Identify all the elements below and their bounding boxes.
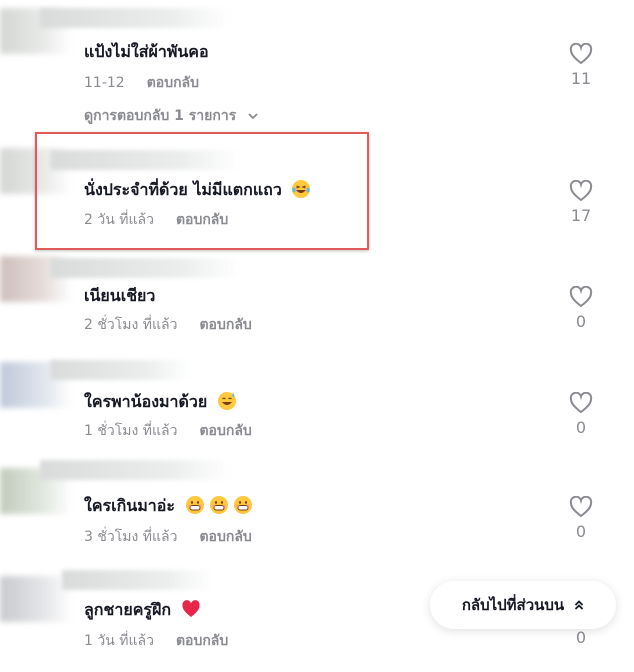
like-button[interactable]: 0 [562,496,600,541]
comment-item: แป้งไม่ใส่ผ้าพันคอ 11-12 ตอบกลับ 11 ดูการ… [0,0,634,124]
like-button[interactable]: 0 [562,392,600,437]
reply-button[interactable]: ตอบกลับ [147,75,199,91]
reply-button[interactable]: ตอบกลับ [199,317,251,333]
username-redacted[interactable] [62,570,212,590]
chevron-down-icon [248,113,258,120]
heart-outline-icon [569,286,593,308]
comment-time: 2 ชั่วโมง ที่แล้ว [84,317,178,333]
back-to-top-label: กลับไปที่ส่วนบน [461,596,565,614]
like-button[interactable]: 17 [562,180,600,225]
like-button[interactable]: 0 [562,286,600,331]
username-redacted[interactable] [50,360,190,380]
comment-meta: 1 วัน ที่แล้ว ตอบกลับ [84,630,228,652]
sweat-smile-emoji [217,392,236,410]
comment-time: 11-12 [84,75,125,91]
comment-time: 1 วัน ที่แล้ว [84,633,154,649]
comment-meta: 2 ชั่วโมง ที่แล้ว ตอบกลับ [84,314,252,336]
highlight-box [35,132,369,250]
grin-emoji [209,496,228,514]
like-count: 17 [570,206,592,225]
like-count: 11 [570,69,592,88]
comment-text: เนียนเชียว [84,286,156,305]
comment-time: 1 ชั่วโมง ที่แล้ว [84,423,178,439]
comment-meta: 3 ชั่วโมง ที่แล้ว ตอบกลับ [84,526,252,548]
grin-emoji [185,496,204,514]
reply-button[interactable]: ตอบกลับ [199,529,251,545]
comment-meta: 11-12 ตอบกลับ [84,72,199,94]
comment-time: 3 ชั่วโมง ที่แล้ว [84,529,178,545]
username-redacted[interactable] [50,258,240,278]
comment-meta: 1 ชั่วโมง ที่แล้ว ตอบกลับ [84,420,252,442]
reply-button[interactable]: ตอบกลับ [199,423,251,439]
grin-emoji [233,496,252,514]
heart-outline-icon [569,180,593,202]
comment-text: ใครพาน้องมาด้วย [84,390,237,415]
like-count: 0 [575,312,587,331]
heart-outline-icon [569,392,593,414]
reply-button[interactable]: ตอบกลับ [176,633,228,649]
chevron-double-up-icon [575,600,584,610]
like-count: 0 [575,418,587,437]
like-count: 0 [575,628,587,647]
username-redacted[interactable] [40,8,230,28]
back-to-top-button[interactable]: กลับไปที่ส่วนบน [430,581,616,629]
heart-emoji [182,600,200,617]
comment-text: ใครเกินมาอ่ะ [84,494,253,519]
comment-text: ลูกชายครูฝึก [84,598,201,623]
comment-text: แป้งไม่ใส่ผ้าพันคอ [84,42,209,61]
heart-outline-icon [569,496,593,518]
comment-item: ใครพาน้องมาด้วย 1 ชั่วโมง ที่แล้ว ตอบกลับ… [0,352,634,458]
like-count: 0 [575,522,587,541]
comment-item: เนียนเชียว 2 ชั่วโมง ที่แล้ว ตอบกลับ 0 [0,246,634,352]
username-redacted[interactable] [40,460,230,480]
like-button[interactable]: 11 [562,43,600,88]
comment-item: ใครเกินมาอ่ะ 3 ชั่วโมง ที่แล้ว ตอบกลับ 0 [0,458,634,564]
view-replies-label: ดูการตอบกลับ 1 รายการ [84,108,237,124]
heart-outline-icon [569,43,593,65]
view-replies-button[interactable]: ดูการตอบกลับ 1 รายการ [84,105,259,127]
